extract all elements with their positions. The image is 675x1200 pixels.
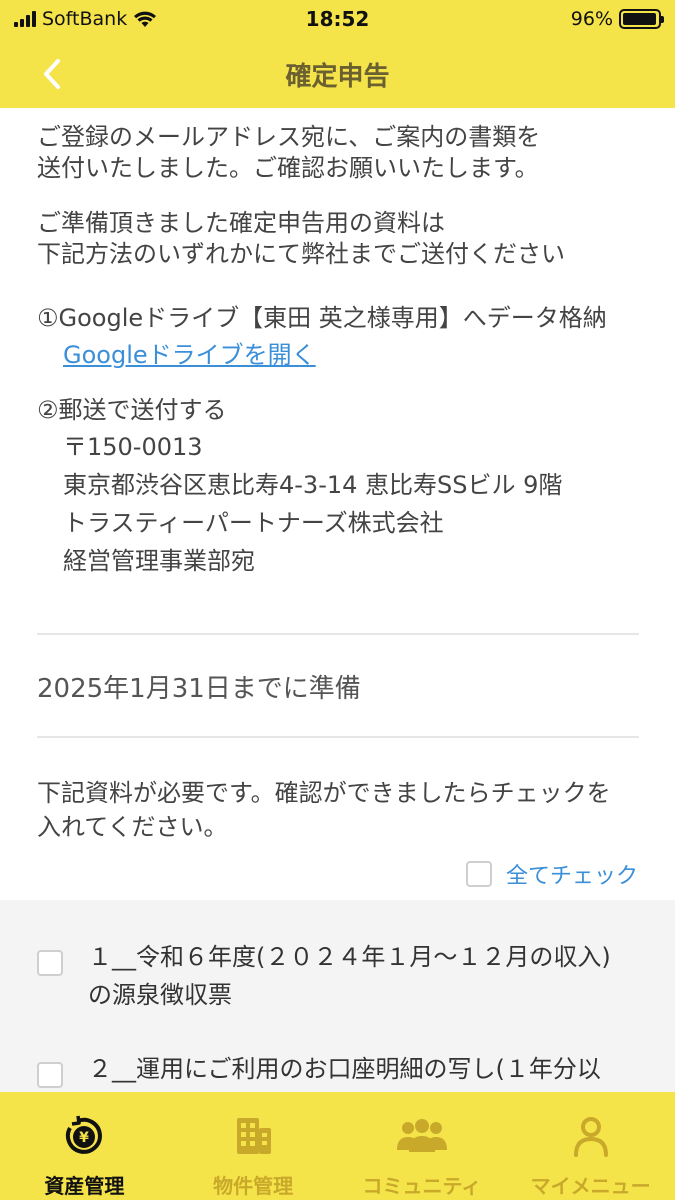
tab-property-management[interactable]: 物件管理 [169, 1092, 338, 1200]
tab-bar: ¥ 資産管理 物件管理 コミュニティ マイメニュー [0, 1092, 675, 1200]
checklist-item-text: １__令和６年度(２０２４年１月〜１２月の収入) の源泉徴収票 [88, 938, 648, 1014]
checklist-instruction-line-1: 下記資料が必要です。確認ができましたらチェックを [37, 779, 611, 807]
tab-my-menu[interactable]: マイメニュー [506, 1092, 675, 1200]
divider-top [37, 633, 639, 635]
checklist-item[interactable]: １__令和６年度(２０２４年１月〜１２月の収入) の源泉徴収票 [37, 938, 648, 1014]
instruction-paragraph: ご準備頂きました確定申告用の資料は 下記方法のいずれかにて弊社までご送付ください [37, 208, 647, 270]
content-scroll[interactable]: ご登録のメールアドレス宛に、ご案内の書類を 送付いたしました。ご確認お願いいたし… [0, 108, 675, 1092]
address-department: 経営管理事業部宛 [63, 547, 255, 575]
address-postal: 〒150-0013 [63, 433, 203, 461]
divider-bottom [37, 736, 639, 738]
google-drive-link-text[interactable]: Googleドライブを開く [63, 341, 316, 369]
instruction-line-2: 下記方法のいずれかにて弊社までご送付ください [37, 240, 565, 268]
battery-fill [623, 13, 656, 25]
page-title: 確定申告 [285, 62, 390, 92]
checklist-instruction: 下記資料が必要です。確認ができましたらチェックを 入れてください。 [37, 776, 647, 844]
checklist-item-text: ２__運用にご利用のお口座明細の写し(１年分以 [88, 1050, 648, 1088]
checklist-item-line-1: １__令和６年度(２０２４年１月〜１２月の収入) [88, 943, 611, 971]
notice-line-2: 送付いたしました。ご確認お願いいたします。 [37, 154, 539, 182]
checklist-item-checkbox[interactable] [37, 950, 63, 976]
checklist-item-line-1: ２__運用にご利用のお口座明細の写し(１年分以 [88, 1055, 601, 1083]
instruction-line-1: ご準備頂きました確定申告用の資料は [37, 209, 445, 237]
checklist-item-line-2: の源泉徴収票 [88, 981, 232, 1009]
google-drive-link[interactable]: Googleドライブを開く [63, 336, 316, 374]
check-all-toggle[interactable]: 全てチェック [465, 858, 638, 890]
tab-label: コミュニティ [362, 1174, 482, 1198]
notice-paragraph: ご登録のメールアドレス宛に、ご案内の書類を 送付いたしました。ご確認お願いいたし… [37, 122, 647, 184]
status-bar: SoftBank 18:52 96% [0, 0, 675, 40]
address-street: 東京都渋谷区恵比寿4-3-14 恵比寿SSビル 9階 [63, 471, 563, 499]
tab-label: 資産管理 [44, 1174, 125, 1198]
checklist-instruction-line-2: 入れてください。 [37, 813, 228, 841]
yen-cycle-icon: ¥ [66, 1115, 103, 1154]
status-right: 96% [570, 8, 664, 30]
document-checklist: １__令和６年度(２０２４年１月〜１２月の収入) の源泉徴収票 ２__運用にご利… [0, 900, 675, 1092]
deadline-text: 2025年1月31日までに準備 [37, 674, 361, 704]
person-icon [573, 1117, 608, 1157]
tab-label: 物件管理 [213, 1174, 294, 1198]
check-all-checkbox[interactable] [465, 861, 492, 887]
checklist-item-checkbox[interactable] [37, 1062, 63, 1088]
check-all-label[interactable]: 全てチェック [506, 858, 638, 890]
checklist-item[interactable]: ２__運用にご利用のお口座明細の写し(１年分以 [37, 1050, 648, 1088]
battery-percent: 96% [570, 8, 613, 30]
nav-bar: 確定申告 [0, 40, 675, 108]
tab-community[interactable]: コミュニティ [338, 1092, 507, 1200]
battery-icon [619, 9, 664, 29]
people-icon [396, 1119, 447, 1152]
tab-label: マイメニュー [530, 1174, 651, 1198]
method-mail: ②郵送で送付する [37, 396, 227, 424]
tab-asset-management[interactable]: ¥ 資産管理 [0, 1092, 169, 1200]
svg-text:¥: ¥ [80, 1130, 90, 1146]
method-google-drive: ①Googleドライブ【東田 英之様専用】へデータ格納 [37, 304, 607, 332]
notice-line-1: ご登録のメールアドレス宛に、ご案内の書類を [37, 123, 541, 151]
address-company: トラスティーパートナーズ株式会社 [63, 509, 444, 537]
building-icon [237, 1118, 272, 1154]
